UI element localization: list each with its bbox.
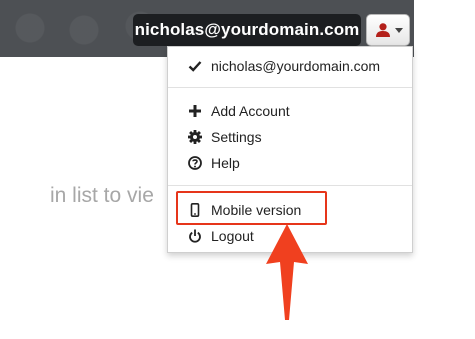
mobile-version-highlight-box — [176, 191, 327, 225]
annotation-arrow-icon — [266, 224, 308, 320]
menu-item-add-account[interactable]: Add Account — [168, 100, 412, 122]
menu-divider — [168, 185, 412, 186]
menu-item-label: Help — [211, 155, 240, 171]
menu-item-label: nicholas@yourdomain.com — [211, 58, 381, 74]
menu-item-label: Logout — [211, 228, 254, 244]
plus-icon — [189, 105, 201, 117]
menu-item-help[interactable]: Help — [168, 152, 412, 174]
menu-item-settings[interactable]: Settings — [168, 126, 412, 148]
menu-divider — [168, 87, 412, 88]
menu-item-label: Add Account — [211, 103, 290, 119]
menu-item-current-account[interactable]: nicholas@yourdomain.com — [168, 55, 412, 77]
menu-item-label: Settings — [211, 129, 262, 145]
help-icon — [188, 156, 202, 170]
check-icon — [188, 61, 202, 72]
user-menu-button[interactable] — [366, 14, 410, 46]
power-icon — [189, 229, 201, 243]
user-email-label[interactable]: nicholas@yourdomain.com — [133, 14, 361, 46]
user-icon — [376, 23, 390, 37]
chevron-down-icon — [395, 28, 403, 33]
gear-icon — [188, 130, 202, 144]
background-partial-text: in list to vie — [50, 184, 154, 207]
